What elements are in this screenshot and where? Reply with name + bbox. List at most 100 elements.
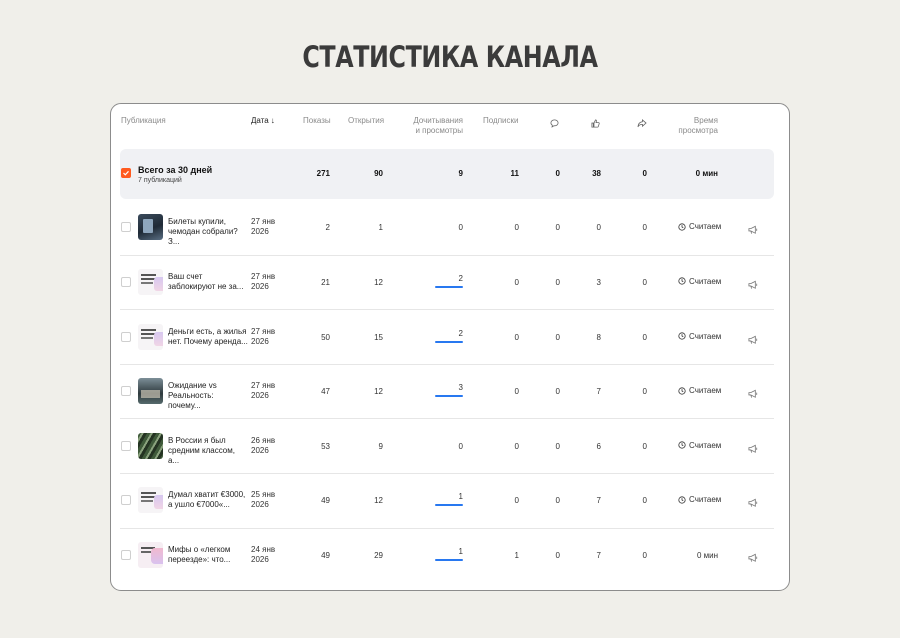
row-checkbox[interactable] [121,549,131,560]
row-time: 0 мин [696,550,718,560]
header-reads[interactable]: Дочитывания и просмотры [407,116,463,136]
publication-title[interactable]: Ваш счет заблокируют не за... [168,272,248,292]
publication-thumbnail[interactable] [138,323,163,350]
date-day: 27 янв [251,326,276,336]
row-checkbox[interactable] [121,276,131,287]
date-day: 25 янв [251,490,276,500]
publication-title[interactable]: Ожидание vs Реальность: почему... [168,381,248,411]
publication-date: 27 янв 2026 [251,272,275,292]
publication-title[interactable]: Деньги есть, а жилья нет. Почему арендa.… [168,327,248,347]
publication-thumbnail[interactable] [138,541,163,568]
row-checkbox[interactable] [121,331,131,342]
publication-date: 27 янв 2026 [251,327,275,347]
share-icon[interactable] [637,115,647,133]
like-icon[interactable] [591,115,600,133]
clock-icon [678,277,686,285]
publication-date: 27 янв 2026 [251,381,275,401]
row-subs: 0 [514,496,519,506]
row-comments: 0 [555,332,560,342]
date-year: 2026 [251,500,269,510]
row-reads: 1 [458,492,463,502]
header-reads-line2: и просмотры [415,126,463,135]
publication-date: 24 янв 2026 [251,545,275,565]
page-title: СТАТИСТИКА КАНАЛА [302,40,598,74]
row-comments: 0 [555,496,560,506]
clock-icon [678,386,686,395]
checkmark-icon [123,170,129,176]
row-time: Считаем [678,222,721,231]
header-time-line2: просмотра [678,126,718,135]
row-checkbox[interactable] [121,440,131,451]
row-time: Считаем [678,277,721,286]
row-opens: 1 [378,223,383,233]
header-time-line1: Время [693,116,718,125]
comment-icon[interactable] [550,115,559,133]
publication-date: 27 янв 2026 [251,217,275,237]
row-shares: 0 [642,277,647,287]
publication-title[interactable]: Думал хватит €3000, а ушло €7000«... [168,490,248,510]
publication-thumbnail[interactable] [138,268,163,295]
row-checkbox[interactable] [121,495,131,506]
promote-icon[interactable] [748,550,759,568]
header-subs[interactable]: Подписки [483,116,518,126]
total-likes: 38 [592,169,601,178]
publication-thumbnail[interactable] [138,432,163,459]
stats-table: Публикация Дата ↓ Показы Открытия Дочиты… [110,103,790,591]
promote-icon[interactable] [748,277,759,295]
row-comments: 0 [555,277,560,287]
row-opens: 9 [378,441,383,451]
publication-thumbnail[interactable] [138,214,163,241]
row-shares: 0 [642,387,647,397]
header-date[interactable]: Дата ↓ [251,116,275,126]
row-checkbox[interactable] [121,386,131,397]
promote-icon[interactable] [748,332,759,350]
header-views[interactable]: Показы [303,116,331,126]
total-opens: 90 [374,169,383,178]
row-shares: 0 [642,496,647,506]
row-subs: 0 [514,277,519,287]
row-shares: 0 [642,550,647,560]
total-reads: 9 [458,169,463,178]
row-views: 49 [321,496,330,506]
row-checkbox[interactable] [121,222,131,233]
header-publication: Публикация [121,116,166,125]
date-day: 24 янв [251,544,276,554]
row-likes: 7 [596,550,601,560]
row-reads: 3 [458,383,463,393]
publication-title[interactable]: В России я был средним классом, а... [168,436,248,466]
reads-progress-bar [435,504,463,507]
promote-icon[interactable] [748,386,759,404]
promote-icon[interactable] [748,222,759,240]
promote-icon[interactable] [748,441,759,459]
date-day: 27 янв [251,217,276,227]
row-shares: 0 [642,332,647,342]
row-likes: 7 [596,496,601,506]
header-time[interactable]: Время просмотра [671,116,718,136]
header-opens[interactable]: Открытия [348,116,384,126]
total-checkbox[interactable] [121,168,131,178]
publication-title[interactable]: Мифы о «легком переезде»: что... [168,545,248,565]
date-year: 2026 [251,227,269,237]
row-time-label: Считаем [689,276,722,286]
publication-date: 26 янв 2026 [251,436,275,456]
publication-thumbnail[interactable] [138,487,163,514]
publication-title[interactable]: Билеты купили, чемодан собрали? З... [168,217,248,247]
row-time-label: Считаем [689,386,722,396]
promote-icon[interactable] [748,495,759,513]
total-time: 0 мин [695,169,718,178]
row-subs: 0 [514,387,519,397]
row-reads: 2 [458,273,463,283]
publication-thumbnail[interactable] [138,378,163,405]
row-time-label: Считаем [689,440,722,450]
row-shares: 0 [642,223,647,233]
row-reads: 1 [458,546,463,556]
row-views: 47 [321,387,330,397]
date-day: 27 янв [251,381,276,391]
row-views: 21 [321,277,330,287]
row-time: Считаем [678,441,721,450]
header-reads-line1: Дочитывания [413,116,463,125]
row-opens: 29 [374,550,383,560]
total-subs: 11 [510,169,519,178]
reads-progress-bar [435,340,463,343]
row-comments: 0 [555,223,560,233]
